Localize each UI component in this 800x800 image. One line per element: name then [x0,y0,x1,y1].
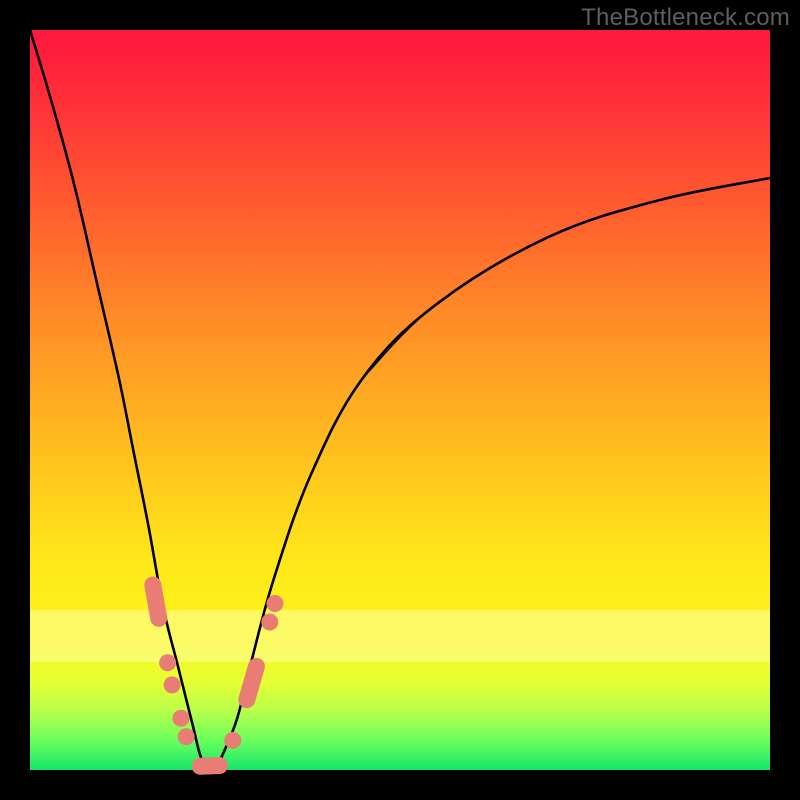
bottleneck-curve [30,30,770,772]
curve-marker-pill [200,766,219,767]
curve-marker [178,728,195,745]
chart-svg [30,30,770,770]
curve-marker [159,654,176,671]
watermark-text: TheBottleneck.com [581,4,790,32]
curve-group [30,30,770,772]
curve-marker-pill [153,585,159,618]
curve-marker [261,614,278,631]
curve-marker-pill [247,666,257,699]
bottleneck-curve-tail [363,178,770,378]
curve-marker [164,676,181,693]
curve-marker [266,595,283,612]
curve-marker [224,732,241,749]
curve-marker [172,710,189,727]
canvas-frame: TheBottleneck.com [0,0,800,800]
